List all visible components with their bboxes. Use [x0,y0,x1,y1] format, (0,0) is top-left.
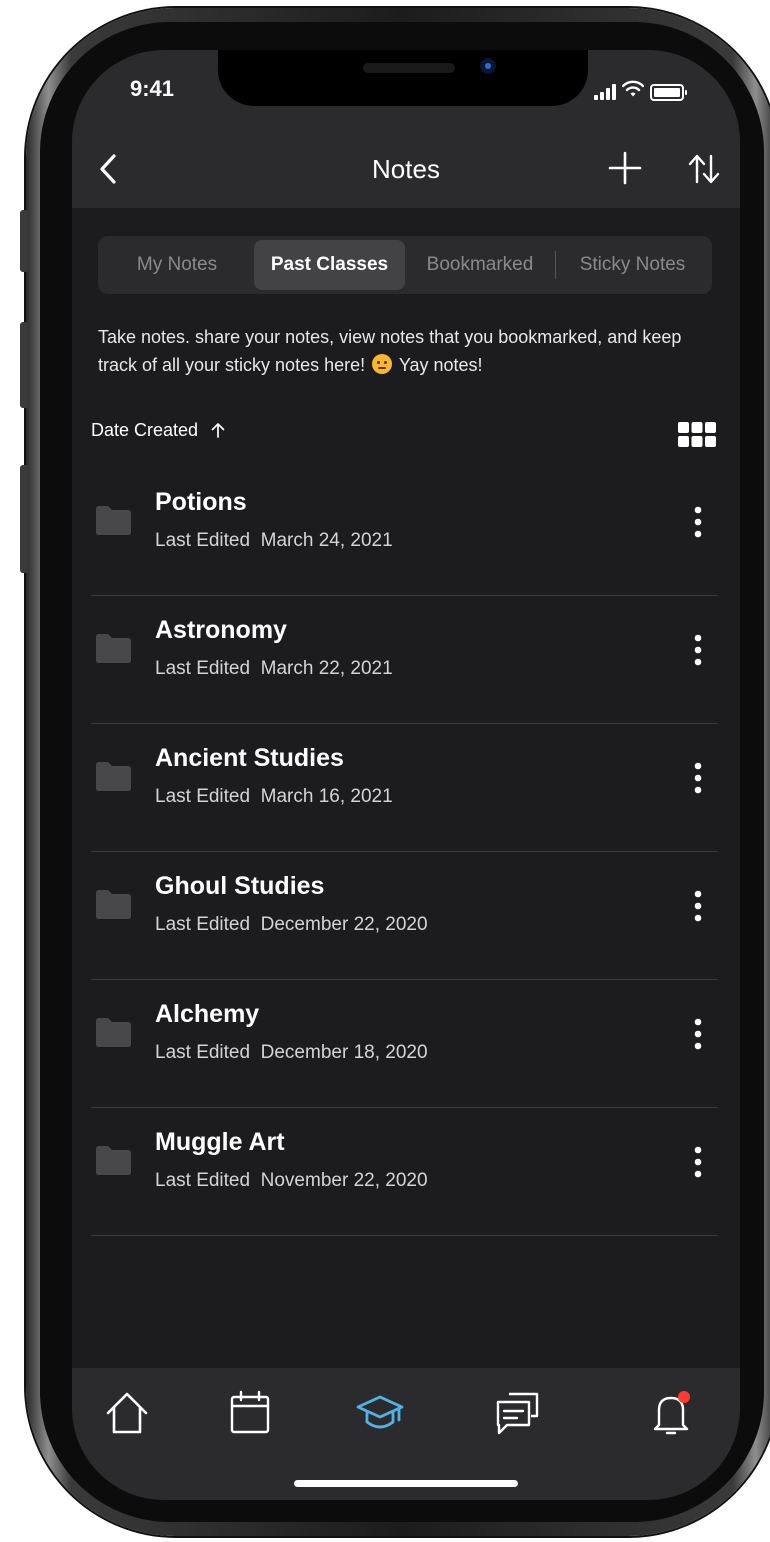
calendar-icon[interactable] [225,1388,275,1438]
list-item[interactable]: Ghoul Studies Last Edited December 22, 2… [72,852,740,980]
home-icon[interactable] [102,1388,152,1438]
chat-icon[interactable] [493,1388,543,1438]
page-title: Notes [372,154,440,184]
item-title: Astronomy [155,616,287,644]
sort-label: Date Created [91,420,199,440]
tab-sticky-notes[interactable]: Sticky Notes [557,240,708,290]
list-item[interactable]: Muggle Art Last Edited November 22, 2020 [72,1108,740,1236]
item-title: Ghoul Studies [155,872,325,900]
item-subtitle: Last Edited November 22, 2020 [155,1170,428,1191]
graduation-cap-icon[interactable] [355,1388,405,1438]
more-options-button[interactable] [688,888,708,924]
more-options-button[interactable] [688,632,708,668]
item-title: Ancient Studies [155,744,344,772]
more-options-button[interactable] [688,760,708,796]
item-subtitle: Last Edited March 22, 2021 [155,658,393,679]
nav-header: 9:41 Notes [72,50,740,208]
item-title: Muggle Art [155,1128,285,1156]
folder-icon [96,1018,131,1047]
folder-icon [96,762,131,791]
list-item[interactable]: Potions Last Edited March 24, 2021 [72,468,740,596]
item-title: Alchemy [155,1000,260,1028]
add-button[interactable] [608,151,642,185]
item-subtitle: Last Edited March 24, 2021 [155,530,393,551]
signal-bar [600,92,604,100]
list-item[interactable]: Astronomy Last Edited March 22, 2021 [72,596,740,724]
list-item[interactable]: Alchemy Last Edited December 18, 2020 [72,980,740,1108]
item-subtitle: Last Edited March 16, 2021 [155,786,393,807]
status-icons [594,80,724,101]
item-subtitle: Last Edited December 22, 2020 [155,914,428,935]
mute-switch [20,210,28,272]
folder-icon [96,890,131,919]
smirk-emoji-icon [372,354,393,374]
more-options-button[interactable] [688,1144,708,1180]
signal-bar [606,88,610,100]
class-list: Potions Last Edited March 24, 2021 Astro… [72,468,740,1236]
sort-button[interactable] [686,151,722,187]
more-options-button[interactable] [688,1016,708,1052]
battery-icon [650,84,687,101]
back-button[interactable] [94,152,124,186]
speaker [363,63,455,73]
item-subtitle: Last Edited December 18, 2020 [155,1042,428,1063]
status-time: 9:41 [130,76,175,101]
item-title: Potions [155,488,247,516]
tab-bookmarked[interactable]: Bookmarked [407,240,553,290]
intro-text: Take notes. share your notes, view notes… [98,323,718,379]
tab-past-classes[interactable]: Past Classes [254,240,405,290]
tab-my-notes[interactable]: My Notes [102,240,252,290]
more-options-button[interactable] [688,504,708,540]
grid-view-button[interactable] [678,422,716,448]
folder-icon [96,634,131,663]
volume-up-button [20,322,28,408]
camera [480,58,496,74]
signal-icon [594,95,598,100]
arrow-up-icon [211,423,225,438]
folder-icon [96,1146,131,1175]
screen: 9:41 Notes My Notes Past Classes Bookmar… [72,50,740,1500]
folder-icon [96,506,131,535]
list-item[interactable]: Ancient Studies Last Edited March 16, 20… [72,724,740,852]
home-indicator [294,1480,518,1487]
intro-text-end: Yay notes! [398,355,483,375]
signal-bar [612,84,616,100]
notification-badge [678,1391,690,1403]
bell-icon[interactable] [646,1388,696,1438]
wifi-icon [622,80,644,97]
sort-selector[interactable]: Date Created [91,420,225,441]
volume-down-button [20,465,28,573]
tab-divider [555,251,556,279]
segmented-tabs: My Notes Past Classes Bookmarked Sticky … [98,236,712,294]
notch [218,50,588,106]
